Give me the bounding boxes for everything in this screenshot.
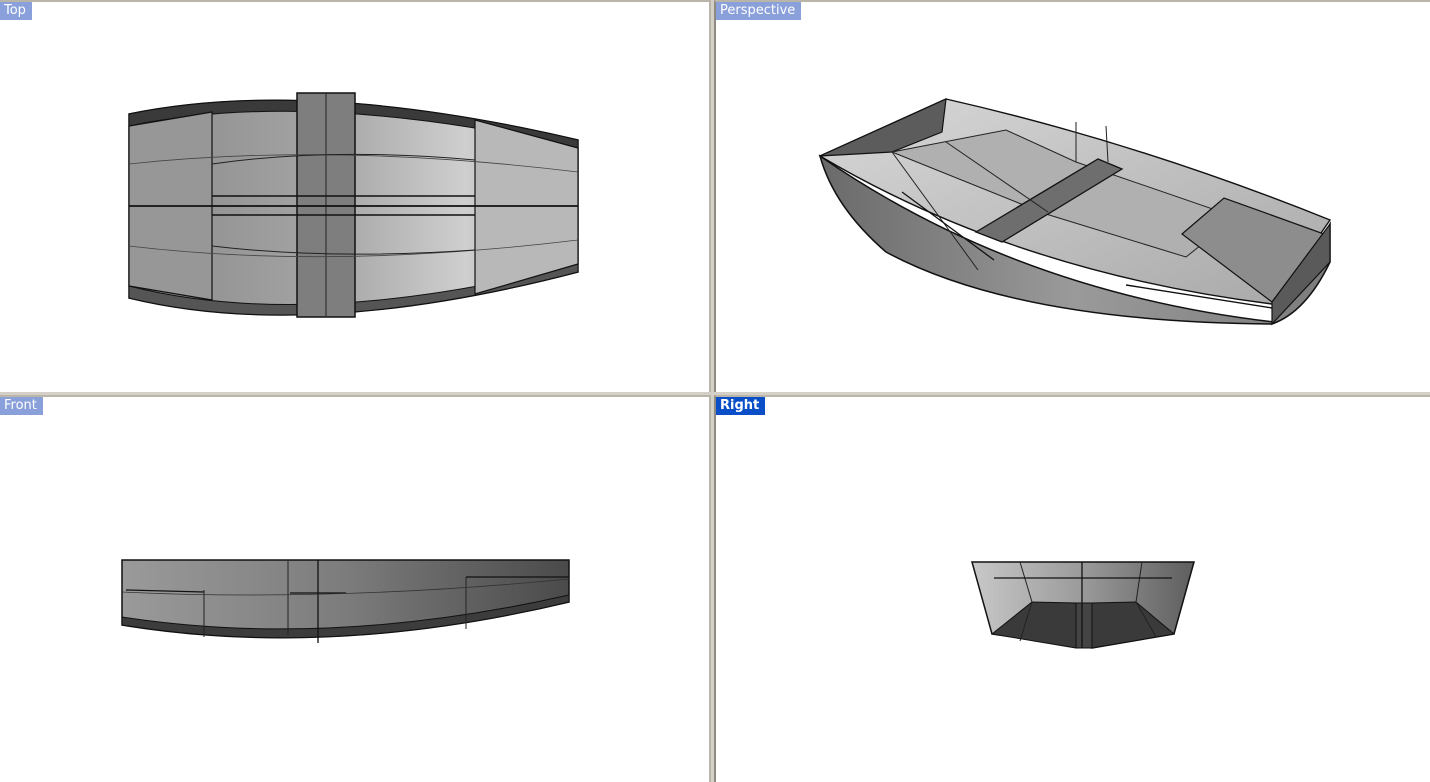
viewport-right[interactable]: Right [714, 395, 1430, 782]
keel-section [1075, 602, 1093, 649]
boat-top-view [128, 92, 579, 318]
viewport-front[interactable]: Front [0, 395, 711, 782]
boat-perspective-view [818, 98, 1332, 326]
stern-panel [474, 119, 579, 295]
viewport-perspective[interactable]: Perspective [714, 0, 1430, 392]
boat-right-view [971, 561, 1195, 649]
boat-front-view [121, 559, 570, 643]
viewport-top[interactable]: Top [0, 0, 711, 392]
